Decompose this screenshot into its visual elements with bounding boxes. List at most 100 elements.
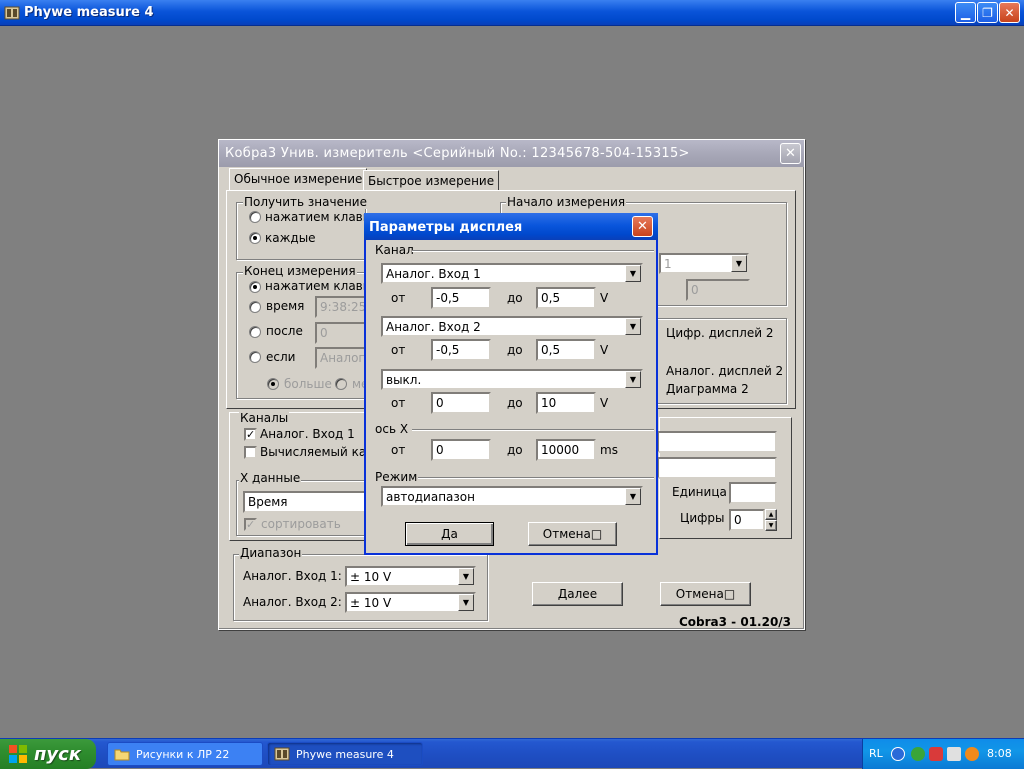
end-if-field[interactable]: Аналог. [315,347,367,369]
channel3-source: выкл. [386,373,422,387]
unit-field[interactable] [729,482,777,504]
network-icon[interactable] [911,747,925,761]
channel-separator [412,250,654,252]
diagram-2-label[interactable]: Диаграмма 2 [666,382,749,396]
channels-title: Каналы [239,411,290,425]
app-titlebar: Phywe measure 4 ▁ ❐ ✕ [0,0,1024,26]
xaxis-unit: ms [600,443,618,457]
radio-more[interactable] [267,378,279,390]
range-analog2-label: Аналог. Вход 2: [243,595,342,609]
safely-remove-icon[interactable] [947,747,961,761]
chevron-down-icon[interactable]: ▼ [458,568,474,585]
display-params-titlebar: Параметры дисплея ✕ [364,213,658,240]
channel2-unit: V [600,343,609,357]
digits-up-button[interactable]: ▲ [765,509,777,520]
radio-get-on-key[interactable] [249,211,261,223]
channel2-combo[interactable]: Аналог. Вход 2 ▼ [381,316,643,337]
digits-down-button[interactable]: ▼ [765,520,777,531]
clock: 8:08 [987,747,1012,760]
start-combo[interactable]: 1 ▼ [659,253,749,274]
cancel-button[interactable]: Отмена□ [660,582,751,606]
channel1-from-field[interactable]: -0,5 [431,287,491,309]
system-tray: RL 8:08 [862,739,1024,769]
task-label-app: Phywe measure 4 [296,747,394,761]
mode-separator [418,477,654,479]
analog-display-2-label[interactable]: Аналог. дисплей 2 [666,364,783,378]
app-icon [4,6,20,20]
channel-formula-field[interactable] [657,457,777,479]
channel-name-field[interactable] [657,431,777,453]
display-params-close-button[interactable]: ✕ [632,216,653,237]
xaxis-from-field[interactable]: 0 [431,439,491,461]
close-button[interactable]: ✕ [999,2,1020,23]
xaxis-to-field[interactable]: 10000 [536,439,596,461]
end-after-field[interactable]: 0 [315,322,367,344]
channel2-from-label: от [391,343,406,357]
channel2-to-field[interactable]: 0,5 [536,339,596,361]
chevron-down-icon[interactable]: ▼ [625,318,641,335]
get-value-title: Получить значение [243,195,368,209]
maximize-button[interactable]: ❐ [977,2,998,23]
cobra-close-button[interactable]: ✕ [780,143,801,164]
channel2-to-label: до [507,343,523,357]
radio-end-time[interactable] [249,301,261,313]
dialog-cancel-button[interactable]: Отмена□ [528,522,617,546]
start-button[interactable]: пуск [0,739,96,769]
channel2-source: Аналог. Вход 2 [386,320,481,334]
chevron-down-icon[interactable]: ▼ [625,371,641,388]
language-indicator[interactable]: RL [869,747,883,760]
radio-end-after[interactable] [249,326,261,338]
checkbox-analog1[interactable]: ✓ [244,428,257,441]
channel1-unit: V [600,291,609,305]
taskbar: пуск Рисунки к ЛР 22 Phywe measure 4 RL … [0,738,1024,769]
digits-field[interactable]: 0 [729,509,765,531]
tab-normal-measurement[interactable]: Обычное измерение [229,168,368,191]
radio-less[interactable] [335,378,347,390]
radio-get-every[interactable] [249,232,261,244]
ok-button[interactable]: Да [405,522,494,546]
range-analog1-combo[interactable]: ± 10 V ▼ [345,566,476,587]
chevron-down-icon[interactable]: ▼ [458,594,474,611]
channel1-to-label: до [507,291,523,305]
chevron-down-icon[interactable]: ▼ [731,255,747,272]
start-title: Начало измерения [506,195,627,209]
chevron-down-icon[interactable]: ▼ [625,265,641,282]
checkbox-computed[interactable] [244,446,257,459]
shield-icon[interactable] [929,747,943,761]
antivirus-icon[interactable] [965,747,979,761]
radio-end-if[interactable] [249,351,261,363]
mode-combo[interactable]: автодиапазон ▼ [381,486,643,507]
digits-label: Цифры [680,511,725,525]
more-label: больше [284,377,332,391]
channel2-from-field[interactable]: -0,5 [431,339,491,361]
end-time-field[interactable]: 9:38:25 [315,296,367,318]
xdata-field[interactable]: Время [243,491,367,513]
channel3-from-field[interactable]: 0 [431,392,491,414]
channel1-combo[interactable]: Аналог. Вход 1 ▼ [381,263,643,284]
back-arrow-icon[interactable] [891,747,905,761]
next-button[interactable]: Далее [532,582,623,606]
folder-icon [114,749,130,761]
chevron-down-icon[interactable]: ▼ [625,488,641,505]
channel3-combo[interactable]: выкл. ▼ [381,369,643,390]
channel3-to-field[interactable]: 10 [536,392,596,414]
mode-label: Режим [375,470,418,484]
radio-end-on-key[interactable] [249,281,261,293]
checkbox-sort[interactable]: ✓ [244,518,257,531]
task-button-app[interactable]: Phywe measure 4 [267,742,423,766]
xaxis-to-label: до [507,443,523,457]
display-params-title: Параметры дисплея [369,220,523,235]
task-label-folder: Рисунки к ЛР 22 [136,747,230,761]
start-value-field[interactable]: 0 [686,279,750,301]
digital-display-2-label[interactable]: Цифр. дисплей 2 [666,326,773,340]
version-label: Cobra3 - 01.20/3 [679,615,792,629]
xdata-title: X данные [239,471,302,485]
windows-logo-icon [9,745,27,763]
close-icon: ✕ [637,219,648,234]
range-analog2-combo[interactable]: ± 10 V ▼ [345,592,476,613]
tab-fast-measurement[interactable]: Быстрое измерение [363,170,500,191]
task-button-folder[interactable]: Рисунки к ЛР 22 [107,742,263,766]
channel3-to-label: до [507,396,523,410]
minimize-button[interactable]: ▁ [955,2,976,23]
channel1-to-field[interactable]: 0,5 [536,287,596,309]
